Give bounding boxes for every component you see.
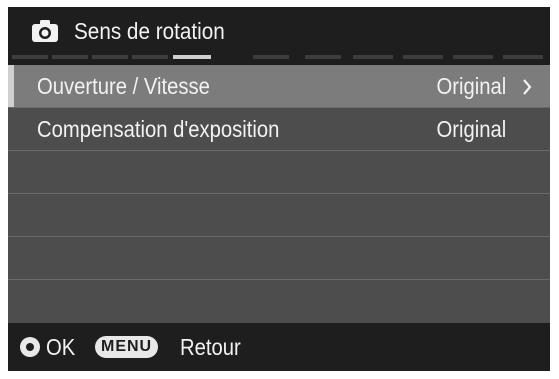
tab-indicator[interactable] bbox=[253, 55, 289, 59]
page-title: Sens de rotation bbox=[74, 18, 225, 44]
menu-item-label: Ouverture / Vitesse bbox=[37, 73, 210, 99]
tab-indicator[interactable] bbox=[305, 55, 341, 59]
ok-button-icon[interactable] bbox=[20, 337, 40, 357]
tab-indicator[interactable] bbox=[503, 55, 543, 59]
menu-item-exposure-compensation[interactable]: Compensation d'exposition Original bbox=[8, 108, 550, 151]
menu-item-empty bbox=[8, 237, 550, 280]
ok-label: OK bbox=[46, 334, 76, 360]
chevron-right-icon bbox=[523, 79, 532, 95]
menu-item-aperture-speed[interactable]: Ouverture / Vitesse Original bbox=[8, 65, 550, 108]
menu-item-empty bbox=[8, 194, 550, 237]
tab-indicator[interactable] bbox=[453, 55, 493, 59]
camera-menu-screen: Sens de rotation Ouverture / Vitesse Ori… bbox=[8, 7, 550, 371]
menu-item-empty bbox=[8, 280, 550, 323]
tab-indicator-bar bbox=[8, 53, 550, 65]
menu-item-value: Original bbox=[436, 116, 506, 142]
tab-indicator[interactable] bbox=[12, 55, 48, 59]
menu-button-badge[interactable]: MENU bbox=[95, 336, 159, 358]
tab-indicator[interactable] bbox=[132, 55, 168, 59]
menu-header: Sens de rotation bbox=[8, 7, 550, 53]
menu-footer: OK MENU Retour bbox=[8, 323, 550, 371]
tab-indicator[interactable] bbox=[353, 55, 393, 59]
tab-indicator[interactable] bbox=[52, 55, 88, 59]
menu-item-label: Compensation d'exposition bbox=[37, 116, 280, 142]
camera-icon bbox=[32, 20, 58, 42]
menu-item-value: Original bbox=[436, 73, 506, 99]
tab-indicator[interactable] bbox=[92, 55, 128, 59]
back-label: Retour bbox=[180, 334, 241, 360]
menu-item-empty bbox=[8, 151, 550, 194]
tab-indicator-active[interactable] bbox=[173, 55, 211, 59]
tab-indicator[interactable] bbox=[403, 55, 443, 59]
